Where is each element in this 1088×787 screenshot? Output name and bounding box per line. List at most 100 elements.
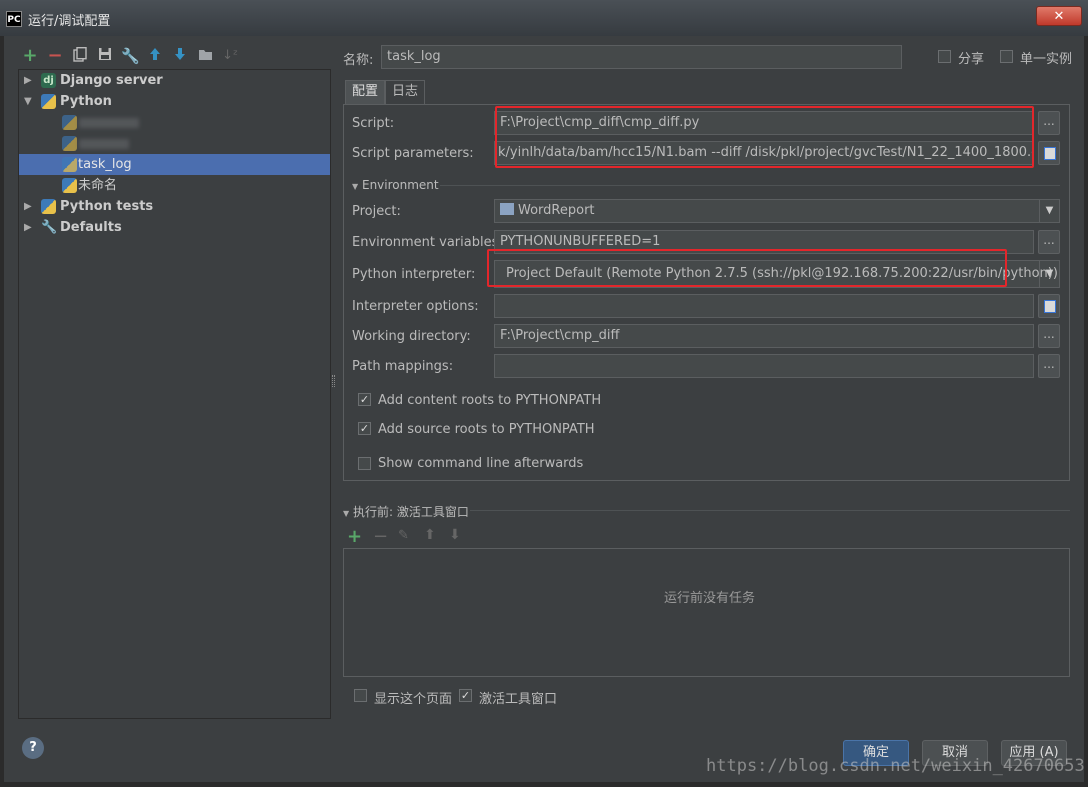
collapse-arrow-icon[interactable]: ▼ [24,91,32,112]
pycharm-app-icon: PC [6,11,22,27]
tree-item-python[interactable]: ▼ Python [19,91,330,112]
interpreter-options-field[interactable] [494,294,1034,318]
project-label: Project: [352,204,401,219]
activate-tool-window-checkbox[interactable]: ✓ [459,689,472,702]
blurred-label [79,139,129,149]
name-field[interactable]: task_log [381,45,902,69]
collapse-arrow-icon: ▼ [343,509,350,518]
before-launch-section[interactable]: ▼ 执行前: 激活工具窗口 [343,503,469,520]
share-label: 分享 [958,52,985,67]
tree-item-blurred-1[interactable] [19,112,330,133]
help-button[interactable]: ? [22,737,44,759]
edit-environment-button[interactable]: ... [1038,230,1060,254]
tree-item-label: Defaults [60,220,122,235]
wrench-icon: 🔧 [41,220,58,235]
share-checkbox[interactable] [938,50,951,63]
working-directory-label: Working directory: [352,329,471,344]
configuration-tree: ▶ dj Django server ▼ Python task_log 未命名… [18,69,331,719]
wrench-icon[interactable]: 🔧 [121,47,140,65]
source-roots-label: Add source roots to PYTHONPATH [378,422,595,437]
edit-path-mappings-button[interactable]: ... [1038,354,1060,378]
python-icon [62,136,77,151]
project-value: WordReport [518,203,595,218]
show-page-checkbox[interactable] [354,689,367,702]
move-up-icon[interactable] [146,47,164,65]
add-icon[interactable]: + [21,47,39,65]
tree-item-blurred-2[interactable] [19,133,330,154]
tree-item-python-tests[interactable]: ▶ Python tests [19,196,330,217]
environment-section[interactable]: ▼ Environment [352,178,439,192]
path-mappings-label: Path mappings: [352,359,454,374]
tab-logs[interactable]: 日志 [385,80,426,104]
window-titlebar [0,0,1088,36]
before-launch-empty-text: 运行前没有任务 [664,591,756,606]
single-instance-label: 单一实例 [1020,52,1073,67]
before-launch-list [343,548,1070,677]
edit-task-icon[interactable]: ✎ [398,528,409,543]
expand-arrow-icon[interactable]: ▶ [24,217,32,238]
python-interpreter-label: Python interpreter: [352,267,476,282]
python-icon [41,94,56,109]
environment-section-label: Environment [361,178,439,192]
remove-icon[interactable]: − [46,47,64,65]
section-divider [470,510,1070,511]
tree-item-label: Django server [60,73,163,88]
environment-variables-label: Environment variables: [352,235,503,250]
source-roots-checkbox[interactable]: ✓ [358,422,371,435]
python-tests-icon [41,199,56,214]
tree-item-unnamed[interactable]: 未命名 [19,175,330,196]
blurred-label [79,118,139,128]
highlight-box [487,249,1007,287]
browse-directory-button[interactable]: ... [1038,324,1060,348]
chevron-down-icon[interactable]: ▼ [1039,261,1059,287]
window-close-button[interactable]: ✕ [1036,6,1082,26]
tree-item-label: Python [60,94,112,109]
content-roots-label: Add content roots to PYTHONPATH [378,393,602,408]
tree-item-label: task_log [78,157,132,172]
highlight-box [495,106,1034,168]
show-command-line-label: Show command line afterwards [378,456,584,471]
before-launch-title: 执行前: 激活工具窗口 [352,505,469,519]
tree-item-defaults[interactable]: ▶ 🔧 Defaults [19,217,330,238]
project-select[interactable]: WordReport ▼ [494,199,1060,223]
chevron-down-icon[interactable]: ▼ [1039,200,1059,222]
single-instance-checkbox[interactable] [1000,50,1013,63]
script-label: Script: [352,116,395,131]
tree-item-task-log[interactable]: task_log [19,154,330,175]
tree-item-label: 未命名 [78,178,118,193]
python-error-icon [62,178,77,193]
django-icon: dj [41,73,56,88]
show-command-line-checkbox[interactable] [358,457,371,470]
collapse-arrow-icon: ▼ [352,182,359,191]
remove-task-icon[interactable]: − [373,526,388,547]
move-down-icon[interactable] [171,47,189,65]
expand-arrow-icon[interactable]: ▶ [24,196,32,217]
browse-script-button[interactable]: ... [1038,111,1060,135]
splitter-handle[interactable] [332,375,335,387]
python-icon [62,157,77,172]
show-page-label: 显示这个页面 [374,692,453,707]
script-parameters-label: Script parameters: [352,146,474,161]
content-roots-checkbox[interactable]: ✓ [358,393,371,406]
sort-icon[interactable]: ↓ᶻ [221,47,239,65]
folder-icon[interactable] [196,47,214,65]
watermark: https://blog.csdn.net/weixin_42670653 [706,756,1085,776]
tree-item-django-server[interactable]: ▶ dj Django server [19,70,330,91]
expand-arrow-icon[interactable]: ▶ [24,70,32,91]
interpreter-options-label: Interpreter options: [352,299,479,314]
name-label: 名称: [343,53,374,68]
save-icon[interactable] [96,47,114,65]
window-title: 运行/调试配置 [28,14,111,29]
copy-icon[interactable] [71,46,89,65]
expand-options-icon[interactable] [1038,294,1060,318]
path-mappings-field[interactable] [494,354,1034,378]
move-up-task-icon[interactable]: ⬆ [424,527,436,543]
expand-parameters-icon[interactable] [1038,141,1060,165]
tab-configuration[interactable]: 配置 [345,80,386,104]
move-down-task-icon[interactable]: ⬇ [449,527,461,543]
section-divider [440,185,1060,186]
add-task-icon[interactable]: + [347,526,362,547]
tree-item-label: Python tests [60,199,154,214]
working-directory-field[interactable]: F:\Project\cmp_diff [494,324,1034,348]
project-folder-icon [500,203,514,215]
